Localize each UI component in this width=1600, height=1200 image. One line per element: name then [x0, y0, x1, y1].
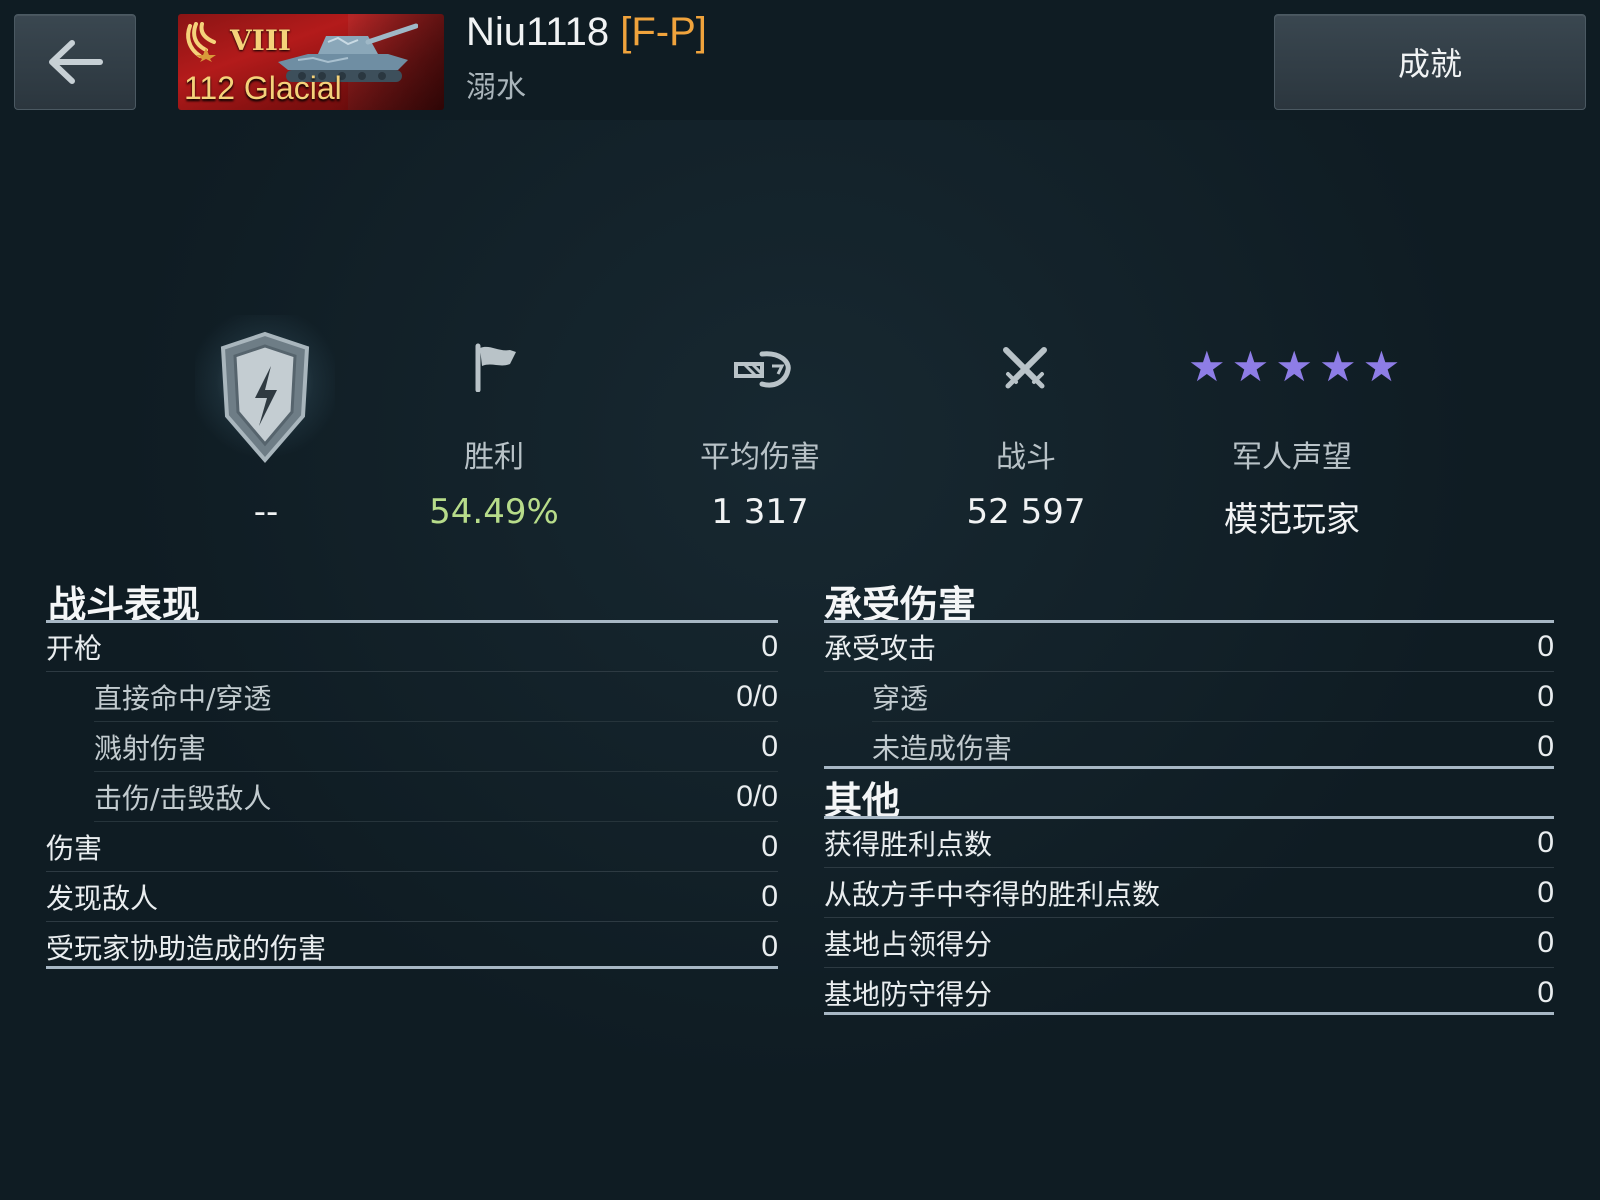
shield-lightning-icon: [220, 331, 310, 464]
star-icon: ★: [1188, 342, 1226, 391]
combat-row-assist: 受玩家协助造成的伤害 0: [46, 922, 778, 972]
player-name: Niu1118 [F-P]: [466, 10, 707, 55]
other-row-victory-points: 获得胜利点数 0: [824, 818, 1554, 868]
player-status: 溺水: [466, 70, 526, 105]
combat-row-spotted: 发现敌人 0: [46, 872, 778, 922]
row-value: 0/0: [736, 679, 778, 713]
row-label: 开枪: [46, 631, 103, 665]
other-row-captured-points: 从敌方手中夺得的胜利点数 0: [824, 868, 1554, 918]
other-bottom-line: [824, 1012, 1554, 1015]
rank-badge: [190, 300, 340, 480]
star-icon: ★: [1318, 342, 1357, 391]
row-label: 溅射伤害: [94, 731, 207, 765]
combat-row-kills: 击伤/击毁敌人 0/0: [94, 772, 778, 822]
row-value: 0: [761, 729, 778, 763]
clan-tag[interactable]: [F-P]: [620, 10, 707, 54]
avg-damage-label: 平均伤害: [700, 440, 820, 475]
combat-row-damage: 伤害 0: [46, 822, 778, 872]
row-value: 0: [1537, 679, 1554, 713]
row-value: 0: [1537, 629, 1554, 663]
tank-name: 112 Glacial: [184, 70, 342, 106]
victories-value: 54.49%: [429, 492, 559, 532]
star-icon: ★: [1362, 342, 1401, 391]
combat-row-hits: 直接命中/穿透 0/0: [94, 672, 778, 722]
tank-banner: VIII 112 Glacial: [178, 14, 444, 110]
shell-icon: [734, 351, 791, 388]
player-name-text: Niu1118: [466, 10, 610, 54]
row-label: 基地防守得分: [824, 978, 993, 1011]
row-value: 0: [1537, 730, 1554, 763]
row-value: 0: [1537, 976, 1554, 1009]
row-value: 0/0: [736, 779, 778, 813]
received-row-blocked: 未造成伤害 0: [872, 722, 1554, 772]
row-label: 直接命中/穿透: [94, 681, 272, 715]
combat-row-shots: 开枪 0: [46, 622, 778, 672]
row-label: 获得胜利点数: [824, 827, 993, 861]
reputation-value: 模范玩家: [1224, 500, 1360, 540]
row-label: 基地占领得分: [824, 927, 993, 961]
other-row-base-defense: 基地防守得分 0: [824, 968, 1554, 1018]
row-value: 0: [761, 930, 778, 963]
combat-row-splash: 溅射伤害 0: [94, 722, 778, 772]
received-row-penetrations: 穿透 0: [872, 672, 1554, 722]
combat-bottom-line: [46, 966, 778, 969]
reputation-label: 军人声望: [1232, 440, 1352, 475]
star-icon: ★: [1275, 342, 1313, 391]
back-button[interactable]: [14, 14, 136, 110]
row-value: 0: [761, 629, 778, 663]
row-label: 承受攻击: [824, 631, 937, 665]
flag-icon: [475, 343, 516, 392]
crossed-swords-icon: [1003, 347, 1047, 389]
row-label: 从敌方手中夺得的胜利点数: [824, 877, 1161, 911]
other-row-base-capture: 基地占领得分 0: [824, 918, 1554, 968]
row-label: 穿透: [872, 681, 929, 715]
row-label: 发现敌人: [46, 881, 159, 915]
reputation-stars: ★ ★ ★ ★ ★: [1188, 346, 1400, 388]
row-value: 0: [761, 879, 778, 913]
achievements-button[interactable]: 成就: [1274, 14, 1586, 110]
received-bottom-line: [824, 766, 1554, 769]
row-value: 0: [1537, 875, 1554, 909]
star-icon: ★: [1231, 342, 1270, 391]
row-label: 未造成伤害: [872, 732, 1013, 765]
laurel-icon: [186, 22, 216, 62]
arrow-left-icon: [49, 40, 103, 84]
row-label: 击伤/击毁敌人: [94, 781, 272, 815]
row-value: 0: [1537, 925, 1554, 959]
victories-label: 胜利: [464, 440, 524, 475]
battles-value: 52 597: [966, 492, 1086, 532]
row-label: 受玩家协助造成的伤害: [46, 932, 327, 965]
received-row-hits: 承受攻击 0: [824, 622, 1554, 672]
row-label: 伤害: [46, 831, 103, 865]
avg-damage-value: 1 317: [711, 492, 809, 532]
battles-label: 战斗: [996, 440, 1056, 475]
rank-value: --: [253, 492, 279, 532]
row-value: 0: [1537, 825, 1554, 859]
tank-tier: VIII: [230, 24, 292, 57]
row-value: 0: [761, 829, 778, 863]
